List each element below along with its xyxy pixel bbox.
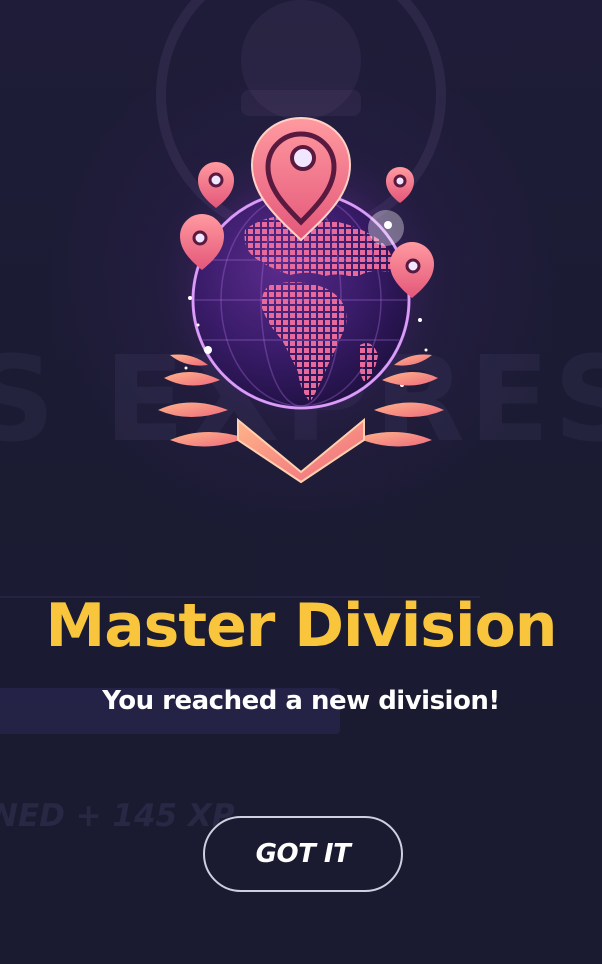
background-xp-text: NED + 145 XP	[0, 798, 235, 834]
division-reward-screen: S EXPRESS NED + 145 XP	[0, 0, 602, 964]
division-subtitle: You reached a new division!	[102, 686, 500, 716]
master-division-emblem-icon	[151, 116, 451, 484]
got-it-button[interactable]: GOT IT	[203, 816, 403, 892]
got-it-button-label: GOT IT	[255, 839, 351, 869]
division-title: Master Division	[45, 591, 557, 661]
